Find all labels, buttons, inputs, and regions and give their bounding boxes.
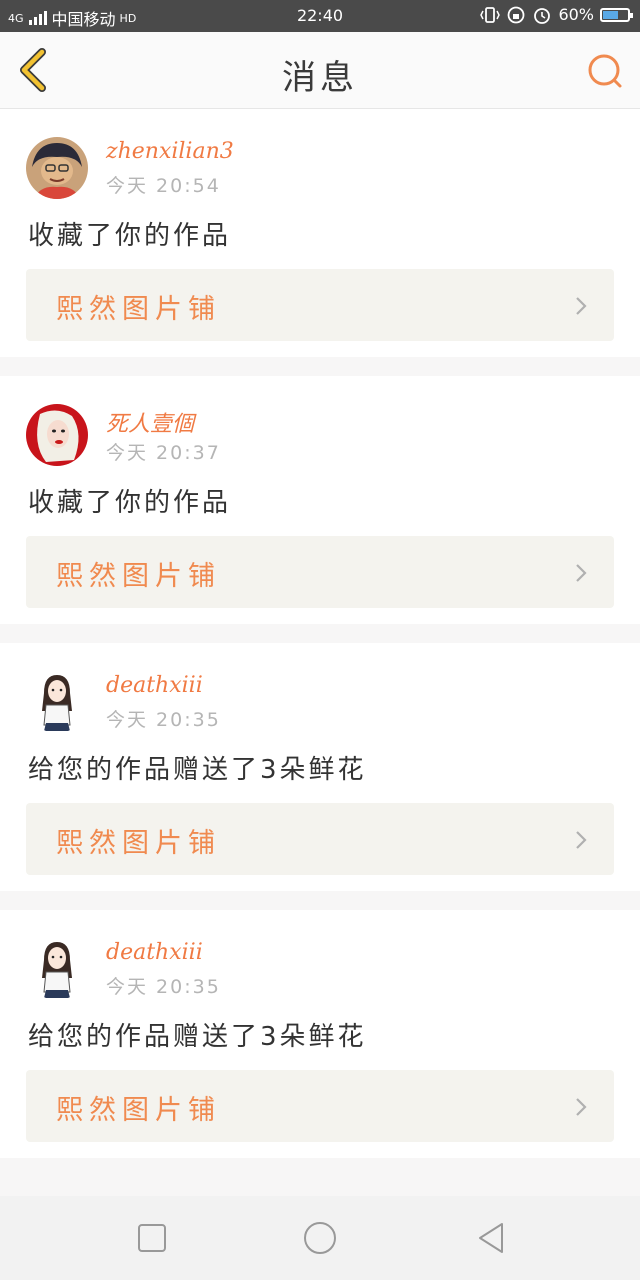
- chevron-right-icon: [576, 564, 587, 582]
- avatar[interactable]: [26, 137, 88, 199]
- message-list: zhenxilian3 今天 20:54 收藏了你的作品 熙然图片铺 死人壹個 …: [0, 109, 640, 1177]
- message-card: deathxiii 今天 20:35 给您的作品赠送了3朵鲜花 熙然图片铺: [0, 910, 640, 1158]
- title-bar: 消息: [0, 32, 640, 109]
- timestamp: 今天 20:35: [106, 709, 221, 731]
- avatar[interactable]: [26, 671, 88, 733]
- work-title: 熙然图片铺: [56, 561, 221, 592]
- message-text: 收藏了你的作品: [28, 221, 232, 251]
- back-nav-icon[interactable]: [472, 1218, 512, 1258]
- username[interactable]: deathxiii: [106, 940, 203, 965]
- message-text: 给您的作品赠送了3朵鲜花: [28, 1022, 367, 1052]
- recent-apps-icon[interactable]: [132, 1218, 172, 1258]
- chevron-right-icon: [576, 831, 587, 849]
- work-link[interactable]: 熙然图片铺: [26, 1070, 614, 1142]
- message-card: 死人壹個 今天 20:37 收藏了你的作品 熙然图片铺: [0, 376, 640, 624]
- navigation-bar: [0, 1196, 640, 1280]
- chevron-right-icon: [576, 297, 587, 315]
- message-text: 收藏了你的作品: [28, 488, 232, 518]
- search-icon[interactable]: [586, 52, 624, 90]
- vibrate-icon: [480, 6, 501, 23]
- battery-icon: [600, 7, 633, 22]
- username[interactable]: zhenxilian3: [106, 139, 234, 164]
- work-title: 熙然图片铺: [56, 828, 221, 859]
- work-link[interactable]: 熙然图片铺: [26, 803, 614, 875]
- username[interactable]: 死人壹個: [106, 406, 194, 438]
- home-icon[interactable]: [300, 1218, 340, 1258]
- message-card: zhenxilian3 今天 20:54 收藏了你的作品 熙然图片铺: [0, 109, 640, 357]
- message-card: deathxiii 今天 20:35 给您的作品赠送了3朵鲜花 熙然图片铺: [0, 643, 640, 891]
- avatar[interactable]: [26, 404, 88, 466]
- timestamp: 今天 20:54: [106, 175, 221, 197]
- page-title: 消息: [282, 58, 358, 98]
- message-text: 给您的作品赠送了3朵鲜花: [28, 755, 367, 785]
- avatar[interactable]: [26, 938, 88, 1000]
- timestamp: 今天 20:35: [106, 976, 221, 998]
- status-bar: 4G 中国移动 HD 22:40 60%: [0, 0, 640, 32]
- work-link[interactable]: 熙然图片铺: [26, 269, 614, 341]
- alarm-icon: [534, 7, 551, 24]
- timestamp: 今天 20:37: [106, 442, 221, 464]
- battery-percent: 60%: [558, 5, 594, 24]
- work-title: 熙然图片铺: [56, 294, 221, 325]
- work-link[interactable]: 熙然图片铺: [26, 536, 614, 608]
- username[interactable]: deathxiii: [106, 673, 203, 698]
- work-title: 熙然图片铺: [56, 1095, 221, 1126]
- lock-rotation-icon: [508, 6, 525, 23]
- chevron-right-icon: [576, 1098, 587, 1116]
